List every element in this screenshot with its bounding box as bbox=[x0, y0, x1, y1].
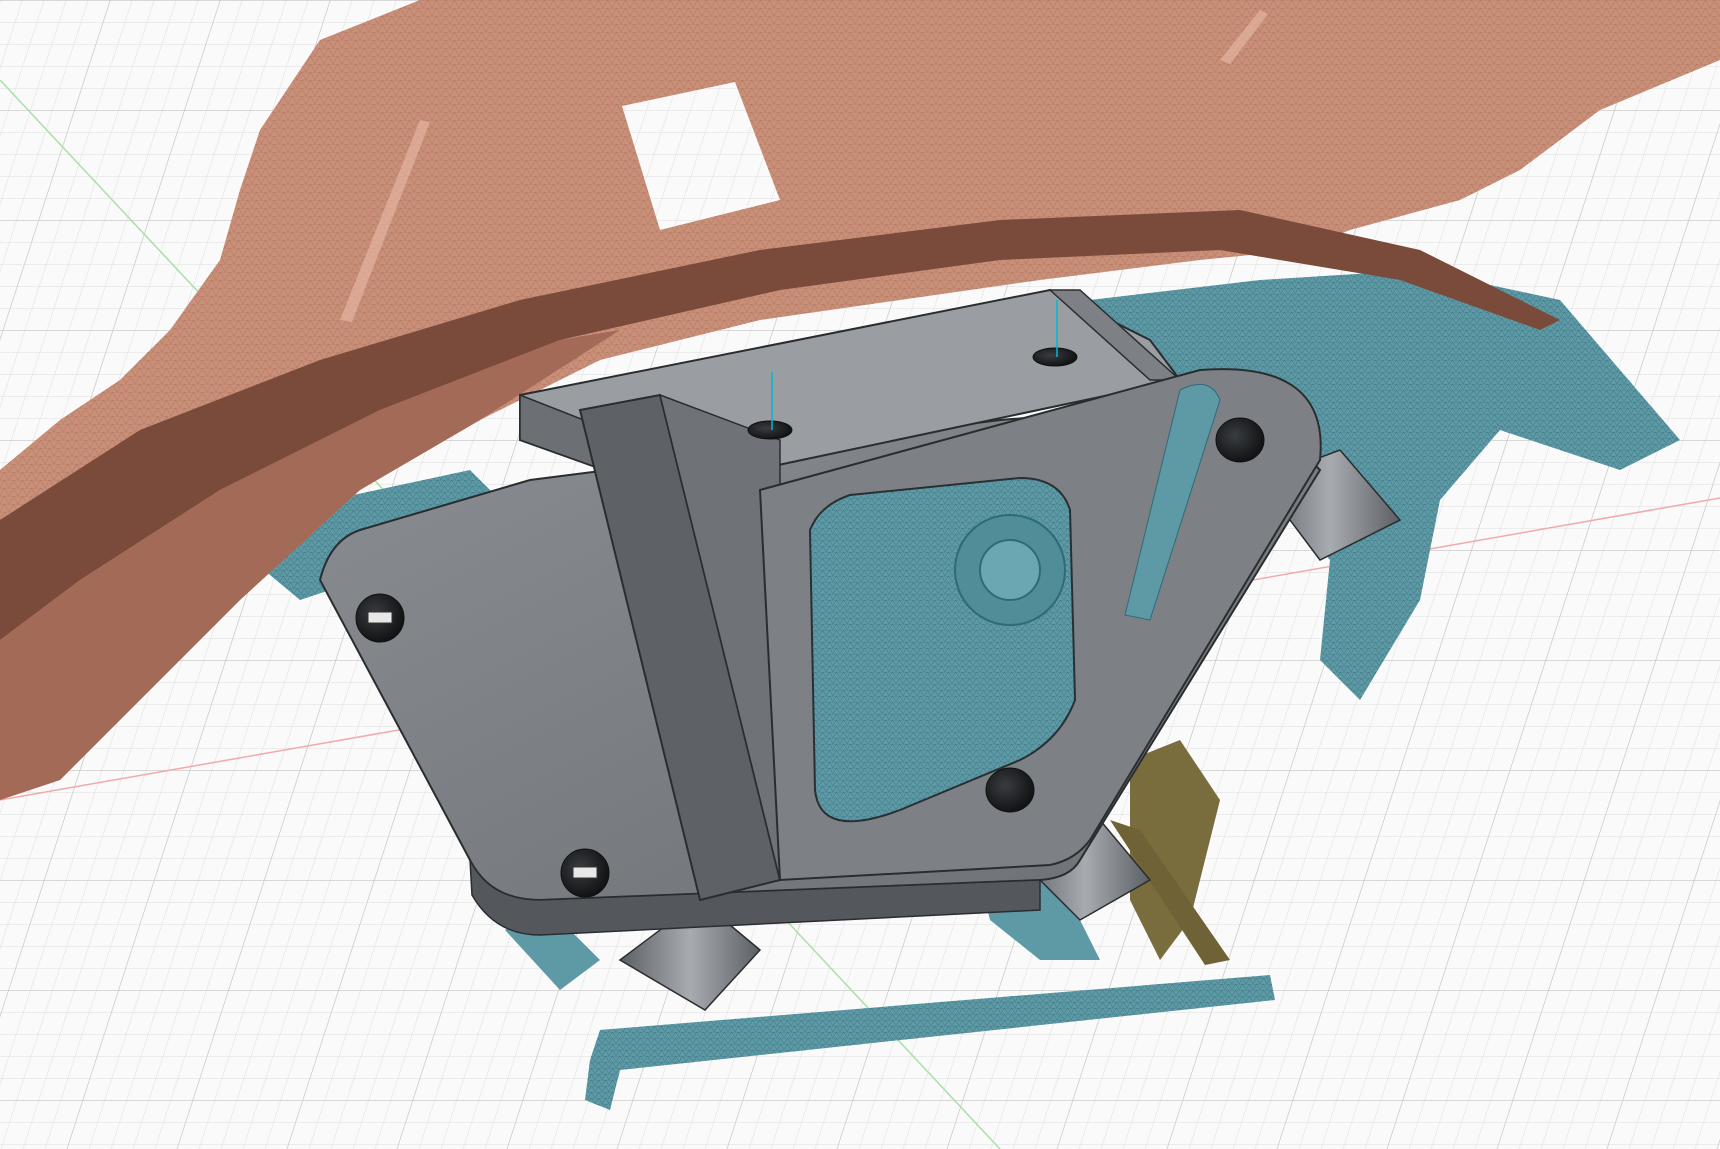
fastener-marker-icon bbox=[572, 866, 598, 879]
bolt-hole-top-right bbox=[1032, 347, 1078, 367]
fastener-marker-icon bbox=[367, 611, 393, 624]
bolt-hole-top-left bbox=[747, 420, 793, 440]
3d-scene[interactable] bbox=[0, 0, 1720, 1149]
bolt-hole-right-upper bbox=[1215, 417, 1265, 463]
bolt-hole-right-lower bbox=[985, 767, 1035, 813]
3d-viewport[interactable] bbox=[0, 0, 1720, 1149]
